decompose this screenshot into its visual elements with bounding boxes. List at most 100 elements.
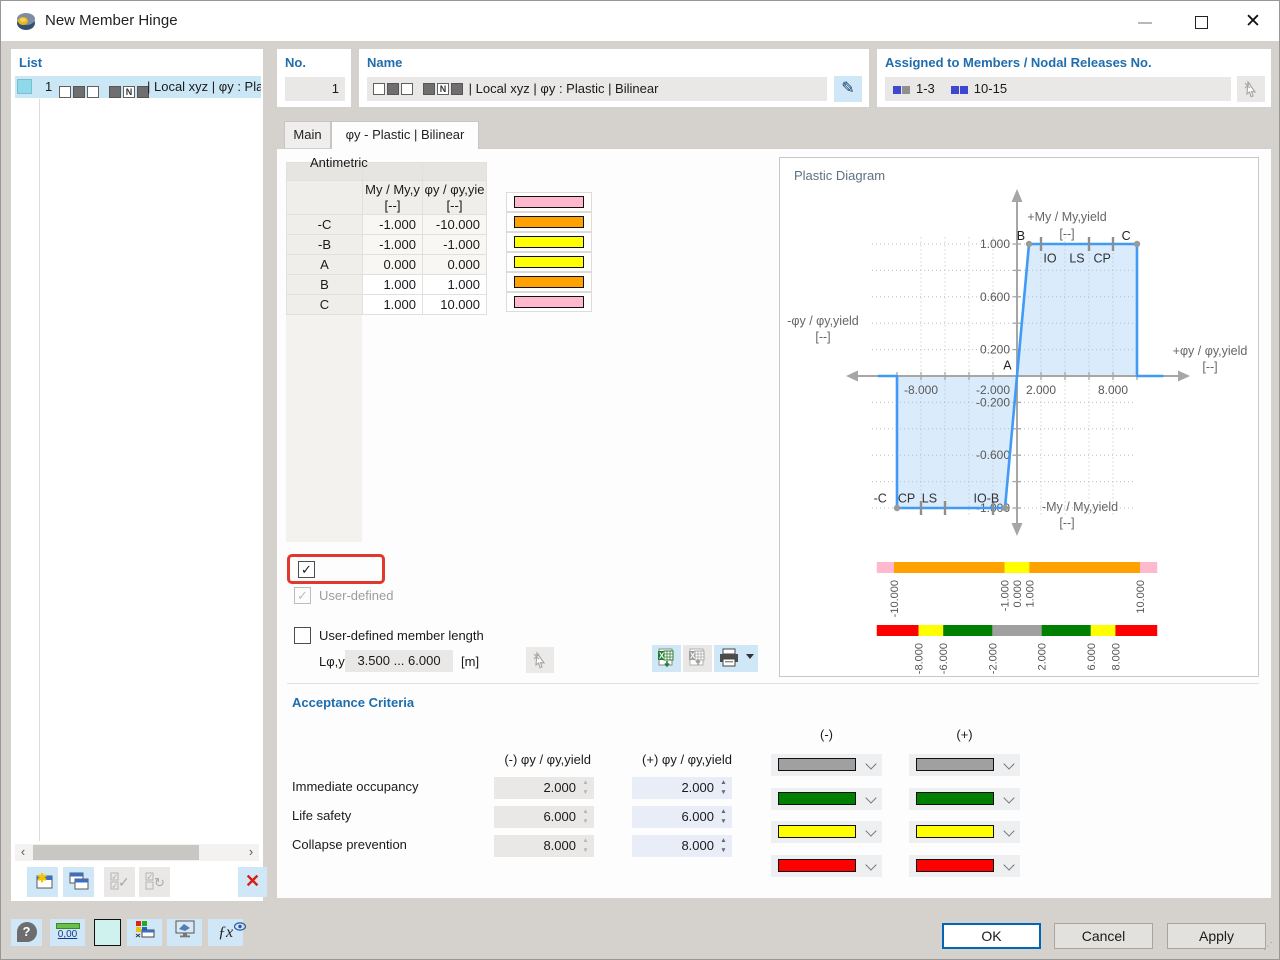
- monitor-icon: [174, 919, 196, 939]
- tab-main[interactable]: Main: [284, 121, 331, 148]
- name-field[interactable]: N | Local xyz | φy : Plastic | Bilinear: [367, 77, 827, 101]
- color-select-dropdown[interactable]: [909, 855, 1020, 877]
- user-defined-checkbox[interactable]: ✓: [294, 587, 311, 604]
- svg-text:LS: LS: [922, 492, 937, 506]
- color-swatch-button[interactable]: [94, 919, 121, 946]
- square-filled-icon: [73, 86, 85, 98]
- table-row[interactable]: C1.00010.000: [287, 295, 487, 315]
- delete-hinge-button[interactable]: ✕: [238, 867, 267, 897]
- screen-capture-button[interactable]: [167, 919, 202, 946]
- color-select-dropdown[interactable]: [909, 788, 1020, 810]
- svg-text:-0.600: -0.600: [976, 448, 1010, 462]
- pos-value-field[interactable]: 2.000▲▼: [632, 777, 732, 799]
- excel-import-button[interactable]: X: [652, 645, 681, 672]
- excel-export-button[interactable]: X: [683, 645, 712, 672]
- svg-text:2.000: 2.000: [1026, 383, 1056, 397]
- units-settings-button[interactable]: 0,00: [50, 919, 85, 946]
- list-item[interactable]: 1 N | Local xyz | φy : Plast: [15, 76, 261, 98]
- segment-color-cell: [506, 232, 592, 252]
- chevron-down-icon: [1003, 825, 1014, 836]
- spinner[interactable]: ▲▼: [717, 778, 730, 798]
- svg-text:CP: CP: [1094, 251, 1111, 265]
- svg-text:-8.000: -8.000: [914, 643, 926, 674]
- svg-text:8.000: 8.000: [1098, 383, 1128, 397]
- resize-grip[interactable]: ⋰: [1263, 944, 1275, 956]
- svg-text:-2.000: -2.000: [987, 643, 999, 674]
- chevron-down-icon: [1003, 859, 1014, 870]
- no-field[interactable]: 1: [285, 77, 345, 101]
- color-swatch: [778, 859, 856, 872]
- print-button[interactable]: [714, 645, 758, 672]
- neg-value-field: 6.000▲▼: [494, 806, 594, 828]
- ok-button[interactable]: OK: [942, 923, 1041, 949]
- svg-text:C: C: [1122, 229, 1131, 243]
- maximize-button[interactable]: [1179, 9, 1223, 35]
- square-filled-icon: [451, 83, 463, 95]
- list-item-index: 1: [45, 76, 52, 98]
- color-select-dropdown[interactable]: [909, 821, 1020, 843]
- display-properties-button[interactable]: [127, 919, 162, 946]
- new-hinge-button[interactable]: ✱: [27, 867, 58, 897]
- color-select-dropdown[interactable]: [909, 754, 1020, 776]
- spinner: ▲▼: [579, 778, 592, 798]
- app-icon: [15, 10, 37, 32]
- minimize-button[interactable]: [1123, 9, 1167, 35]
- pick-length-button[interactable]: [526, 647, 554, 673]
- color-swatch: [514, 296, 584, 308]
- svg-text:CP: CP: [898, 492, 915, 506]
- antimetric-checkbox[interactable]: ✓: [298, 561, 315, 578]
- svg-text:0.000: 0.000: [1012, 580, 1024, 608]
- svg-text:-8.000: -8.000: [904, 383, 938, 397]
- list-item-color-chip: [17, 79, 32, 94]
- new-window-icon: ✱: [32, 871, 54, 891]
- pos-value-field[interactable]: 8.000▲▼: [632, 835, 732, 857]
- svg-text:[--]: [--]: [1202, 360, 1217, 374]
- table-row[interactable]: -B-1.000-1.000: [287, 235, 487, 255]
- color-select-dropdown[interactable]: [771, 788, 882, 810]
- chevron-down-icon: [865, 758, 876, 769]
- edit-name-button[interactable]: ✎: [834, 76, 862, 102]
- length-phi-field[interactable]: 3.500 ... 6.000: [345, 650, 453, 672]
- select-all-button[interactable]: ✓ ✓ ✓: [104, 867, 135, 897]
- svg-text:-C: -C: [874, 492, 887, 506]
- scroll-left-arrow[interactable]: ‹: [15, 844, 31, 861]
- copy-hinge-button[interactable]: [63, 867, 94, 897]
- segment-color-cell: [506, 292, 592, 312]
- assigned-field[interactable]: 1-310-15: [885, 77, 1231, 101]
- color-select-dropdown[interactable]: [771, 821, 882, 843]
- pos-value-field[interactable]: 6.000▲▼: [632, 806, 732, 828]
- spinner[interactable]: ▲▼: [717, 807, 730, 827]
- spinner[interactable]: ▲▼: [717, 836, 730, 856]
- color-swatch: [916, 758, 994, 771]
- user-defined-member-length-checkbox[interactable]: [294, 627, 311, 644]
- color-select-dropdown[interactable]: [771, 855, 882, 877]
- scroll-right-arrow[interactable]: ›: [243, 844, 259, 861]
- user-defined-label: User-defined: [319, 588, 393, 603]
- svg-text:-φy / φy,yield: -φy / φy,yield: [787, 314, 859, 328]
- chevron-down-icon: [865, 825, 876, 836]
- hinge-definition-table[interactable]: My / My,y[--]φy / φy,yie[--]-C-1.000-10.…: [286, 162, 487, 315]
- color-select-dropdown[interactable]: [771, 754, 882, 776]
- print-dropdown-arrow[interactable]: [746, 654, 754, 659]
- printer-icon: [718, 648, 740, 668]
- table-row[interactable]: B1.0001.000: [287, 275, 487, 295]
- pos-color-header: (+): [909, 727, 1020, 742]
- list-horizontal-scrollbar[interactable]: ‹ ›: [15, 844, 259, 861]
- formula-visibility-button[interactable]: ƒx: [208, 919, 243, 946]
- close-button[interactable]: ✕: [1231, 9, 1275, 35]
- color-swatch: [514, 216, 584, 228]
- svg-text:-1.000: -1.000: [1000, 580, 1012, 611]
- color-swatch: [514, 256, 584, 268]
- chevron-down-icon: [1003, 758, 1014, 769]
- help-button[interactable]: ?: [11, 919, 42, 946]
- renumber-button[interactable]: ✓ ↻: [139, 867, 170, 897]
- column-header: φy / φy,yie[--]: [423, 181, 487, 215]
- pick-members-button[interactable]: [1237, 76, 1265, 102]
- table-row[interactable]: A0.0000.000: [287, 255, 487, 275]
- table-row[interactable]: -C-1.000-10.000: [287, 215, 487, 235]
- svg-text:[--]: [--]: [815, 330, 830, 344]
- cancel-button[interactable]: Cancel: [1054, 923, 1153, 949]
- scrollbar-thumb[interactable]: [33, 845, 199, 860]
- apply-button[interactable]: Apply: [1167, 923, 1266, 949]
- tab-phiy-plastic-bilinear[interactable]: φy - Plastic | Bilinear: [331, 121, 479, 149]
